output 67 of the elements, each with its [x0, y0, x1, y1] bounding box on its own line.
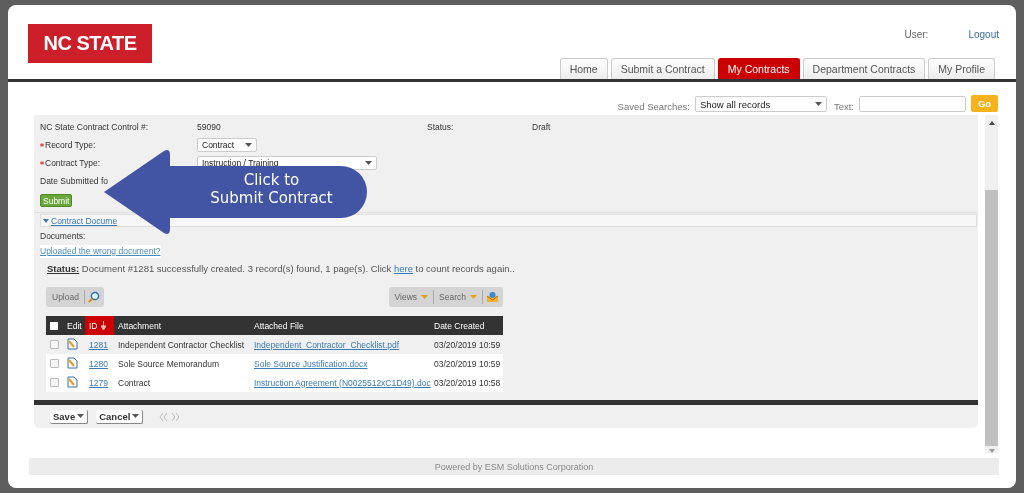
nav-tab[interactable]: Submit a Contract — [610, 58, 715, 79]
cancel-button[interactable]: Cancel — [96, 409, 144, 424]
field-label: Date Submitted fo — [40, 176, 109, 186]
section-title-link[interactable]: Contract Docume — [51, 215, 118, 226]
scroll-up-icon[interactable] — [988, 121, 995, 125]
date-created: 03/20/2019 10:59 — [434, 339, 501, 350]
field-label: Record Type: — [45, 140, 96, 150]
save-button[interactable]: Save — [50, 409, 89, 424]
logo: NC STATE — [28, 24, 152, 63]
text-label: Text: — [833, 101, 854, 112]
callout-text: Click to Submit Contract — [209, 171, 334, 207]
row-checkbox[interactable] — [50, 378, 59, 387]
saved-searches-label: Saved Searches: — [617, 101, 690, 112]
status-value: Draft — [532, 122, 552, 132]
search-button[interactable]: Search — [437, 289, 479, 305]
search-icon[interactable] — [87, 291, 100, 303]
caret-icon — [814, 102, 822, 106]
row-checkbox[interactable] — [50, 340, 59, 349]
caret-icon — [421, 295, 429, 299]
attachment-name: Independent Contractor Checklist — [118, 339, 245, 350]
edit-document-icon[interactable] — [67, 337, 78, 350]
date-created: 03/20/2019 10:58 — [434, 377, 501, 388]
dropdown-caret-icon — [132, 414, 140, 418]
sort-down-arrow-icon — [100, 321, 106, 330]
attachment-name: Sole Source Memorandum — [118, 358, 220, 369]
text-search-field[interactable] — [859, 96, 966, 112]
attachment-name: Contract — [118, 377, 151, 388]
dropdown-caret-icon — [77, 414, 85, 418]
field-label: Contract Type: — [45, 158, 101, 168]
status-label: Status: — [427, 122, 455, 132]
logout-link[interactable]: Logout — [968, 29, 999, 40]
select-field[interactable]: Contract — [197, 138, 257, 152]
caret-icon — [365, 161, 372, 165]
nav-tab[interactable]: My Contracts — [717, 58, 800, 79]
caret-icon — [470, 295, 477, 299]
documents-label: Documents: — [40, 231, 86, 241]
nav-tab[interactable]: Home — [559, 58, 608, 79]
date-created: 03/20/2019 10:59 — [434, 358, 501, 369]
section-header[interactable]: Contract Docume — [40, 214, 977, 227]
scrollbar-thumb[interactable] — [985, 189, 998, 447]
row-checkbox[interactable] — [50, 359, 59, 368]
upload-button[interactable]: Upload — [50, 289, 81, 305]
column-header[interactable]: Attachment — [118, 320, 161, 331]
wrong-document-link[interactable]: Uploaded the wrong document? — [40, 245, 161, 258]
field-label: NC State Contract Control #: — [40, 122, 149, 132]
status-message: Status: Document #1281 successfully created. 3 record(s) found, 1 page(s). Click here to count records again.. — [47, 263, 516, 274]
views-button[interactable]: Views — [392, 289, 431, 305]
edit-document-icon[interactable] — [67, 375, 78, 388]
nav-tab[interactable]: My Profile — [928, 58, 995, 79]
record-id-link[interactable]: 1281 — [89, 339, 108, 350]
envelope-icon[interactable] — [486, 291, 499, 303]
nav-tab[interactable]: Department Contracts — [802, 58, 926, 79]
field-value: 59090 — [197, 122, 222, 132]
previous-page-icon[interactable] — [159, 412, 169, 421]
saved-searches-dropdown[interactable]: Show all records — [694, 96, 827, 112]
scroll-down-icon[interactable] — [988, 449, 995, 453]
edit-document-icon[interactable] — [67, 356, 78, 369]
column-header[interactable]: Attached File — [254, 320, 304, 331]
next-page-icon[interactable] — [171, 412, 181, 421]
footer-text: Powered by ESM Solutions Corporation — [434, 461, 594, 472]
caret-icon — [245, 143, 252, 147]
user-label: User: — [904, 29, 929, 40]
count-link[interactable]: here — [393, 263, 413, 274]
column-header[interactable]: ID — [89, 320, 98, 331]
scrollbar[interactable] — [985, 115, 998, 453]
select-all-checkbox[interactable] — [50, 321, 58, 330]
submit-button[interactable]: Submit — [40, 194, 73, 207]
